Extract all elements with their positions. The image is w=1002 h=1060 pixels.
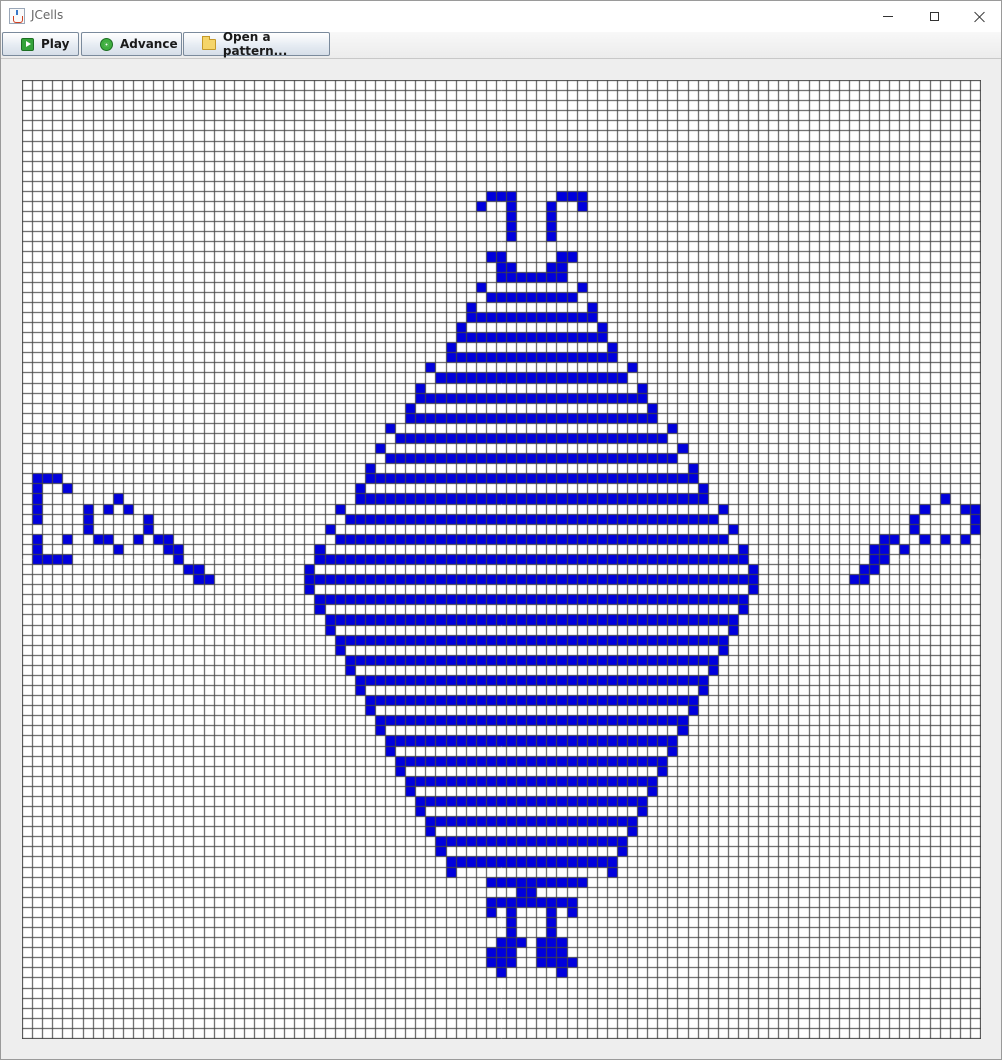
advance-label: Advance <box>120 37 178 51</box>
cell-grid-canvas[interactable] <box>22 80 981 1039</box>
title-bar: JCells <box>1 1 1001 32</box>
java-app-icon <box>9 8 25 24</box>
close-button[interactable] <box>957 1 1002 32</box>
play-button[interactable]: Play <box>2 32 79 56</box>
maximize-icon <box>929 12 939 21</box>
maximize-button[interactable] <box>911 1 957 32</box>
app-window: JCells Play Advance Open a pattern... <box>0 0 1002 1060</box>
window-title: JCells <box>31 8 64 22</box>
advance-icon <box>100 37 113 51</box>
minimize-button[interactable] <box>865 1 911 32</box>
folder-icon <box>202 35 216 50</box>
close-icon <box>974 11 986 23</box>
open-pattern-label: Open a pattern... <box>222 30 288 58</box>
minimize-icon <box>883 16 893 17</box>
cell-grid-panel[interactable] <box>22 80 981 1039</box>
toolbar: Play Advance Open a pattern... <box>1 30 1001 59</box>
content-pane <box>1 59 1001 1059</box>
play-icon <box>21 37 34 51</box>
play-label: Play <box>41 37 70 51</box>
open-pattern-button[interactable]: Open a pattern... <box>183 30 330 58</box>
advance-button[interactable]: Advance <box>81 32 182 56</box>
